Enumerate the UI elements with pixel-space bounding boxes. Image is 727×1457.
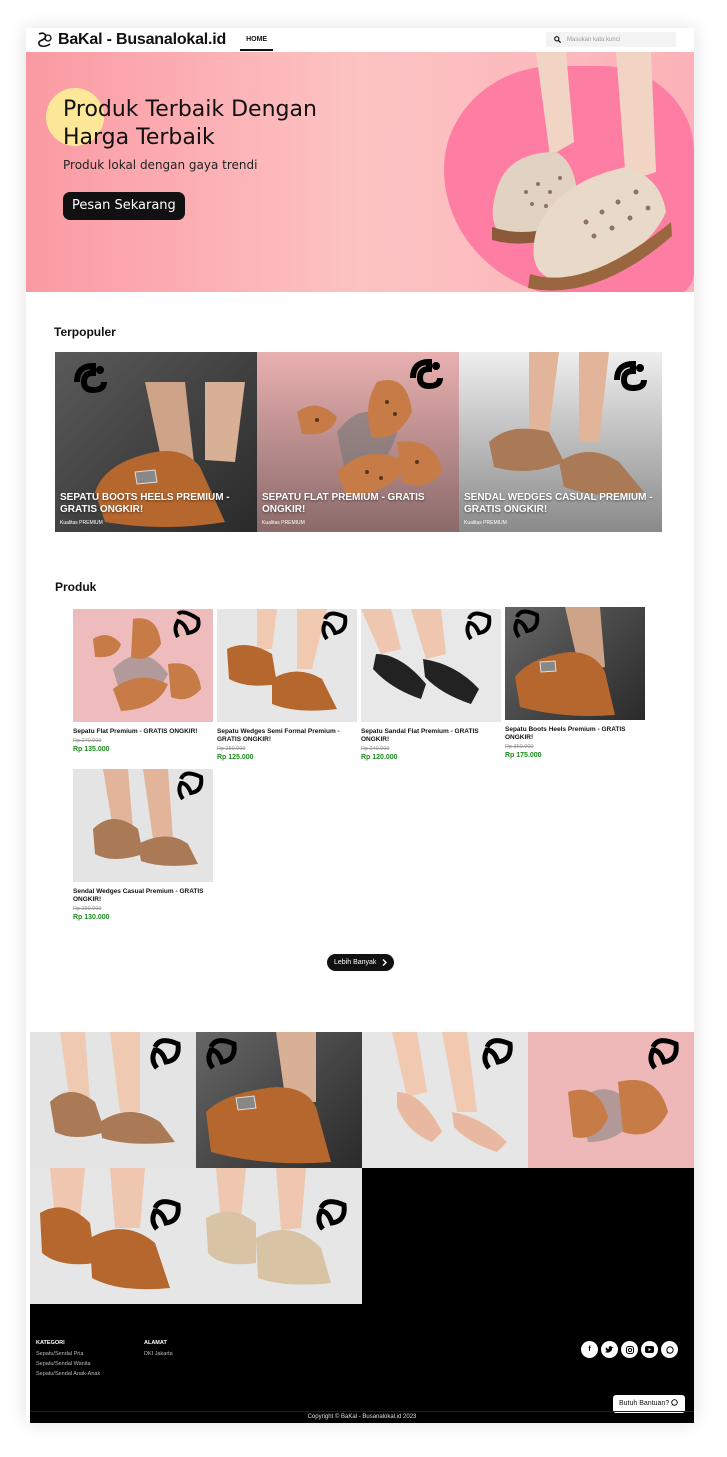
footer-address-text: DKI Jakarta bbox=[144, 1351, 173, 1357]
load-more-button[interactable]: Lebih Banyak bbox=[327, 954, 394, 971]
search-input[interactable]: Masukan kata kunci bbox=[546, 32, 676, 47]
product-image bbox=[297, 380, 442, 497]
brand-mark-icon bbox=[38, 32, 52, 48]
product-photo bbox=[93, 610, 201, 711]
product-old-price: Rp 350.000 bbox=[505, 744, 534, 750]
product-old-price: Rp 260.000 bbox=[73, 906, 102, 912]
product-card[interactable]: Sendal Wedges Casual Premium - GRATIS ON… bbox=[73, 769, 213, 921]
popular-card[interactable]: SENDAL WEDGES CASUAL PREMIUM - GRATIS ON… bbox=[459, 352, 662, 532]
popular-card[interactable]: SEPATU BOOTS HEELS PREMIUM - GRATIS ONGK… bbox=[55, 352, 257, 532]
gallery-image[interactable] bbox=[362, 1032, 528, 1168]
footer-category-link[interactable]: Sepatu/Sendal Wanita bbox=[36, 1359, 100, 1369]
footer-categories: KATEGORI Sepatu/Sendal Pria Sepatu/Senda… bbox=[36, 1338, 100, 1379]
hero-subtitle: Produk lokal dengan gaya trendi bbox=[63, 158, 258, 172]
product-old-price: Rp 250.000 bbox=[217, 746, 246, 752]
product-image bbox=[73, 609, 213, 722]
footer-address-title: ALAMAT bbox=[144, 1340, 167, 1346]
product-price: Rp 130.000 bbox=[73, 914, 110, 921]
product-card[interactable]: Sepatu Flat Premium - GRATIS ONGKIR! Rp … bbox=[73, 609, 213, 753]
gallery-image[interactable] bbox=[196, 1032, 362, 1168]
facebook-icon[interactable]: f bbox=[581, 1341, 598, 1358]
product-photo bbox=[93, 769, 204, 866]
gallery-image[interactable] bbox=[528, 1032, 694, 1168]
popular-card-title: SEPATU BOOTS HEELS PREMIUM - GRATIS ONGK… bbox=[60, 492, 230, 515]
footer: KATEGORI Sepatu/Sendal Pria Sepatu/Senda… bbox=[30, 1304, 694, 1423]
product-gallery bbox=[30, 1032, 694, 1304]
product-price: Rp 120.000 bbox=[361, 754, 398, 761]
nav-home-link[interactable]: HOME bbox=[240, 30, 274, 51]
brand-name: BaKal - Busanalokal.id bbox=[58, 31, 227, 48]
product-image bbox=[505, 607, 645, 720]
hero-banner: Produk Terbaik Dengan Harga Terbaik Prod… bbox=[26, 52, 694, 292]
popular-card-title: SEPATU FLAT PREMIUM - GRATIS ONGKIR! bbox=[262, 492, 425, 515]
order-now-button[interactable]: Pesan Sekarang bbox=[63, 192, 185, 220]
product-old-price: Rp 240.000 bbox=[361, 746, 390, 752]
load-more-label: Lebih Banyak bbox=[334, 959, 377, 966]
brand-watermark-icon bbox=[74, 362, 107, 394]
chevron-right-icon bbox=[382, 959, 387, 966]
footer-address: ALAMAT DKI Jakarta bbox=[144, 1338, 173, 1359]
popular-card-quality: Kualitas PREMIUM bbox=[262, 520, 305, 526]
product-image bbox=[73, 769, 213, 882]
product-image bbox=[217, 609, 357, 722]
section-title-popular: Terpopuler bbox=[54, 325, 116, 339]
help-chat-label: Butuh Bantuan? bbox=[619, 1400, 670, 1407]
product-card[interactable]: Sepatu Wedges Semi Formal Premium - GRAT… bbox=[217, 609, 357, 761]
popular-card-quality: Kualitas PREMIUM bbox=[60, 520, 103, 526]
social-links: f bbox=[581, 1341, 678, 1358]
hero-title: Produk Terbaik Dengan Harga Terbaik bbox=[63, 97, 317, 150]
page-frame: BaKal - Busanalokal.id HOME Masukan kata… bbox=[26, 28, 694, 1423]
twitter-icon[interactable] bbox=[601, 1341, 618, 1358]
product-price: Rp 125.000 bbox=[217, 754, 254, 761]
brand-watermark-icon bbox=[410, 358, 443, 390]
product-photo bbox=[513, 607, 615, 716]
footer-categories-title: KATEGORI bbox=[36, 1340, 65, 1346]
footer-category-link[interactable]: Sepatu/Sendal Anak-Anak bbox=[36, 1369, 100, 1379]
product-photo bbox=[361, 609, 492, 704]
product-name[interactable]: Sendal Wedges Casual Premium - GRATIS ON… bbox=[73, 888, 213, 904]
whatsapp-icon[interactable] bbox=[661, 1341, 678, 1358]
product-price: Rp 135.000 bbox=[73, 746, 110, 753]
product-price: Rp 175.000 bbox=[505, 752, 542, 759]
whatsapp-icon bbox=[671, 1399, 678, 1406]
footer-category-link[interactable]: Sepatu/Sendal Pria bbox=[36, 1349, 100, 1359]
gallery-image[interactable] bbox=[196, 1168, 362, 1304]
product-name[interactable]: Sepatu Boots Heels Premium - GRATIS ONGK… bbox=[505, 726, 645, 742]
product-old-price: Rp 270.000 bbox=[73, 738, 102, 744]
product-photo bbox=[227, 609, 348, 711]
brand-watermark-icon bbox=[614, 360, 647, 392]
gallery-image[interactable] bbox=[30, 1032, 196, 1168]
instagram-icon[interactable] bbox=[621, 1341, 638, 1358]
product-name[interactable]: Sepatu Wedges Semi Formal Premium - GRAT… bbox=[217, 728, 357, 744]
copyright-text: Copyright © BaKal - Busanalokal.id 2023 bbox=[30, 1411, 694, 1420]
popular-card-quality: Kualitas PREMIUM bbox=[464, 520, 507, 526]
section-title-products: Produk bbox=[55, 580, 97, 594]
hero-sandals-image bbox=[492, 52, 672, 291]
search-placeholder: Masukan kata kunci bbox=[567, 36, 621, 43]
product-card[interactable]: Sepatu Boots Heels Premium - GRATIS ONGK… bbox=[505, 607, 645, 759]
brand-logo[interactable]: BaKal - Busanalokal.id bbox=[36, 31, 226, 49]
product-name[interactable]: Sepatu Sandal Flat Premium - GRATIS ONGK… bbox=[361, 728, 501, 744]
product-image bbox=[361, 609, 501, 722]
search-icon bbox=[554, 36, 561, 43]
youtube-icon[interactable] bbox=[641, 1341, 658, 1358]
popular-card[interactable]: SEPATU FLAT PREMIUM - GRATIS ONGKIR! Kua… bbox=[257, 352, 459, 532]
top-navbar: BaKal - Busanalokal.id HOME Masukan kata… bbox=[26, 28, 694, 52]
gallery-image[interactable] bbox=[30, 1168, 196, 1304]
popular-card-title: SENDAL WEDGES CASUAL PREMIUM - GRATIS ON… bbox=[464, 492, 653, 515]
product-name[interactable]: Sepatu Flat Premium - GRATIS ONGKIR! bbox=[73, 728, 213, 736]
product-card[interactable]: Sepatu Sandal Flat Premium - GRATIS ONGK… bbox=[361, 609, 501, 761]
